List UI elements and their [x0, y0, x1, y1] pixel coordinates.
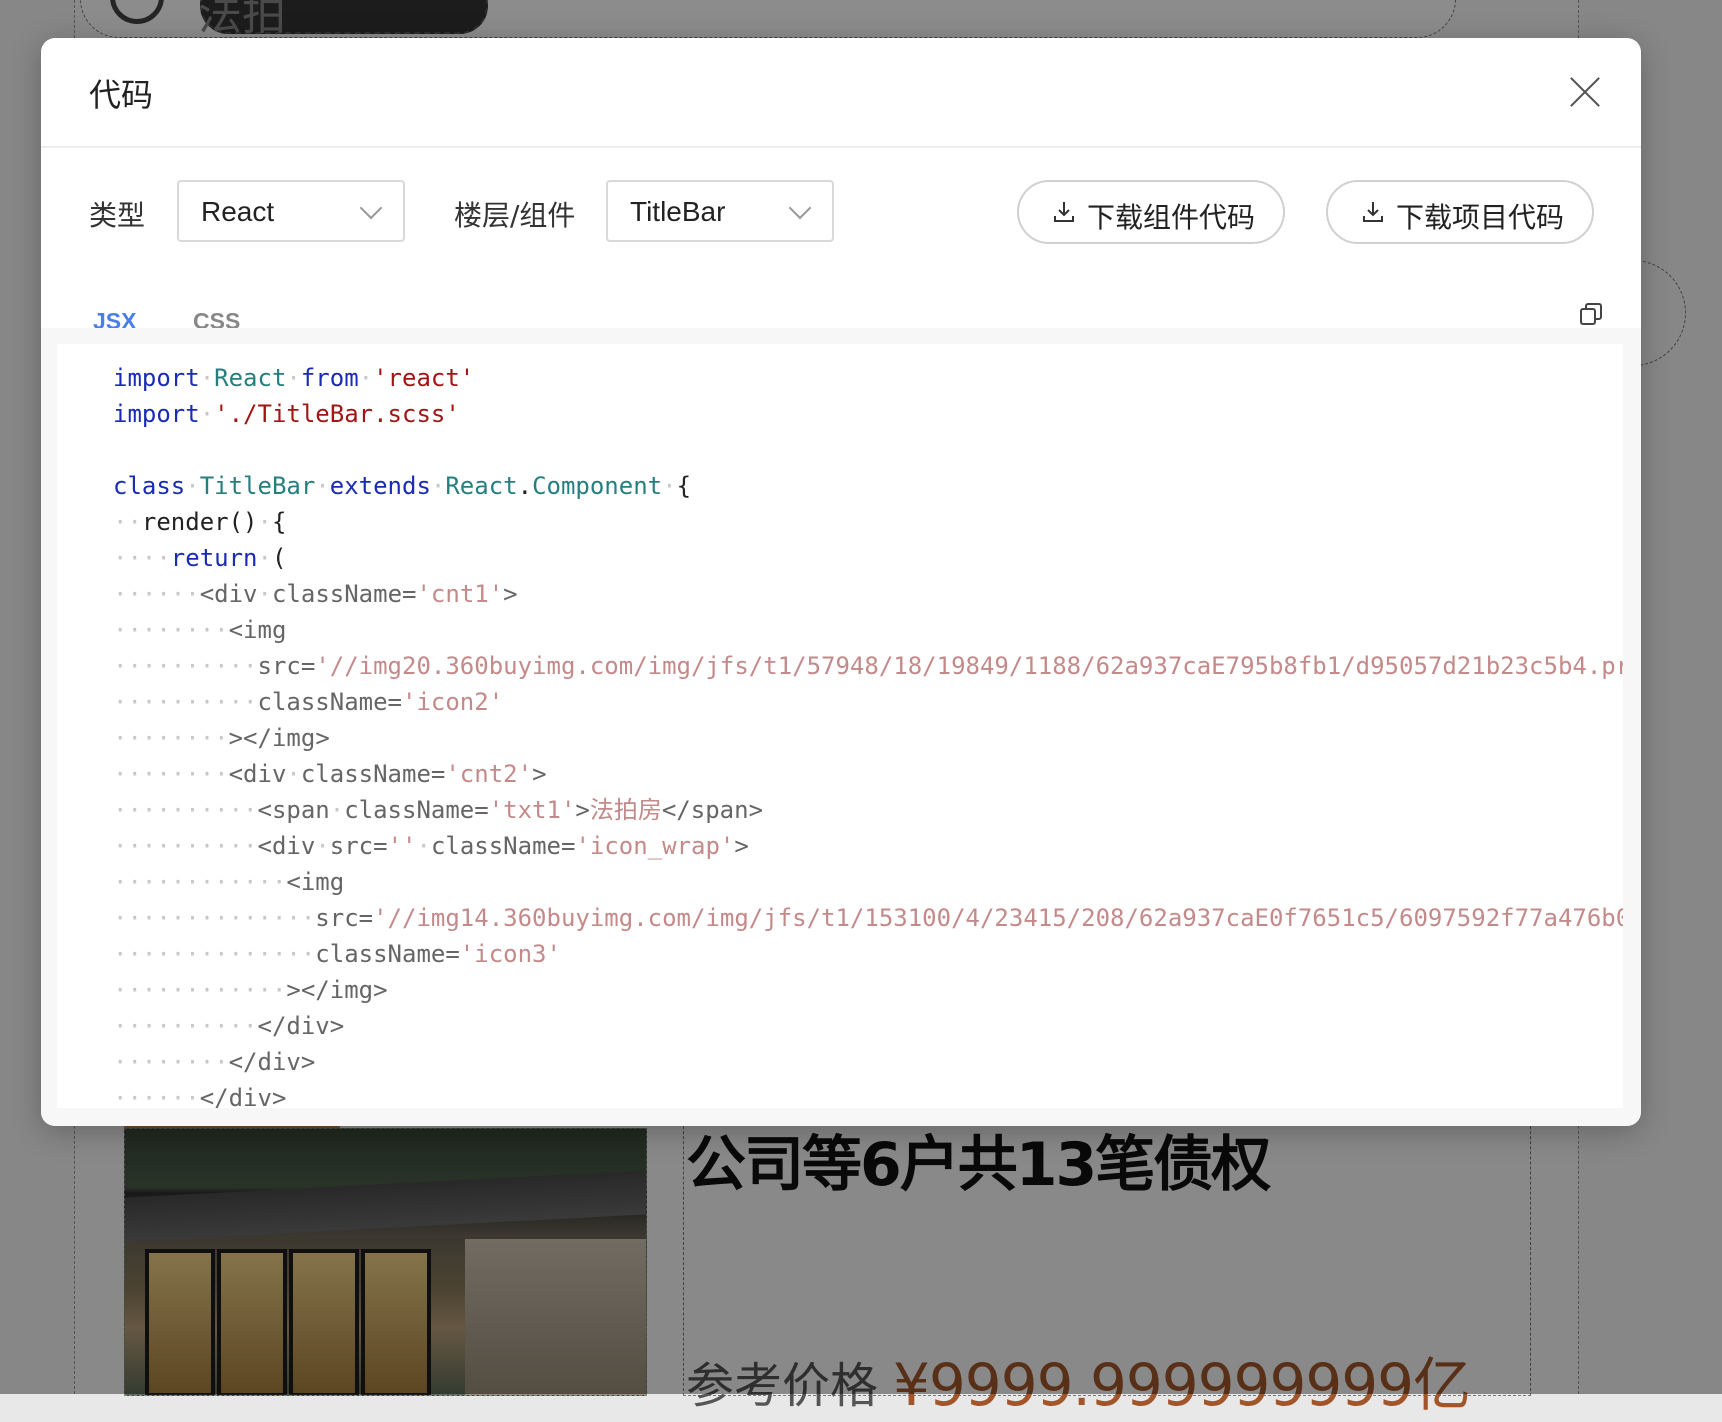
code-line: ······</div>	[113, 1084, 287, 1108]
modal-header: 代码	[41, 38, 1641, 148]
code-line: ············<img	[113, 868, 345, 896]
type-select-value: React	[201, 196, 275, 227]
code-line: ········></img>	[113, 724, 330, 752]
code-line: ··········className='icon2'	[113, 688, 504, 716]
code-modal: 代码 类型 React 楼层/组件 TitleBar 下载组件代码 下载项目代码…	[41, 38, 1641, 1126]
code-lines: import·React·from·'react' import·'./Title…	[113, 360, 1623, 1108]
code-line: ············></img>	[113, 976, 388, 1004]
code-line: ········</div>	[113, 1048, 316, 1076]
code-viewer[interactable]: import·React·from·'react' import·'./Title…	[57, 344, 1623, 1108]
code-line: import·'./TitleBar.scss'	[113, 400, 460, 428]
download-icon	[1363, 202, 1383, 222]
code-line: ······<div·className='cnt1'>	[113, 580, 518, 608]
code-line: ········<img	[113, 616, 287, 644]
code-line: ··············className='icon3'	[113, 940, 561, 968]
code-line: ··········</div>	[113, 1012, 345, 1040]
code-line: ··········<div·src=''·className='icon_wr…	[113, 832, 749, 860]
code-line: ··············src='//img14.360buyimg.com…	[113, 904, 1623, 932]
type-label: 类型	[89, 199, 146, 232]
component-select[interactable]: TitleBar	[606, 180, 834, 242]
code-line: import·React·from·'react'	[113, 364, 475, 392]
download-project-button[interactable]: 下载项目代码	[1326, 180, 1594, 244]
download-component-label: 下载组件代码	[1087, 201, 1256, 234]
component-select-value: TitleBar	[630, 196, 726, 227]
chevron-down-icon	[359, 196, 383, 220]
code-line: ········<div·className='cnt2'>	[113, 760, 547, 788]
download-icon	[1054, 202, 1074, 222]
download-component-button[interactable]: 下载组件代码	[1017, 180, 1285, 244]
component-label: 楼层/组件	[454, 199, 576, 232]
download-project-label: 下载项目代码	[1396, 201, 1565, 234]
code-line: ··········<span·className='txt1'>法拍房</sp…	[113, 796, 764, 824]
code-panel: import·React·from·'react' import·'./Title…	[41, 328, 1641, 1126]
chevron-down-icon	[788, 196, 812, 220]
code-line: class·TitleBar·extends·React.Component·{	[113, 472, 692, 500]
code-line: ····return·(	[113, 544, 287, 572]
modal-title: 代码	[89, 76, 154, 114]
code-line: ··render()·{	[113, 508, 287, 536]
copy-icon[interactable]	[1579, 302, 1603, 326]
close-icon[interactable]	[1567, 74, 1603, 110]
type-select[interactable]: React	[177, 180, 405, 242]
code-line: ··········src='//img20.360buyimg.com/img…	[113, 652, 1623, 680]
